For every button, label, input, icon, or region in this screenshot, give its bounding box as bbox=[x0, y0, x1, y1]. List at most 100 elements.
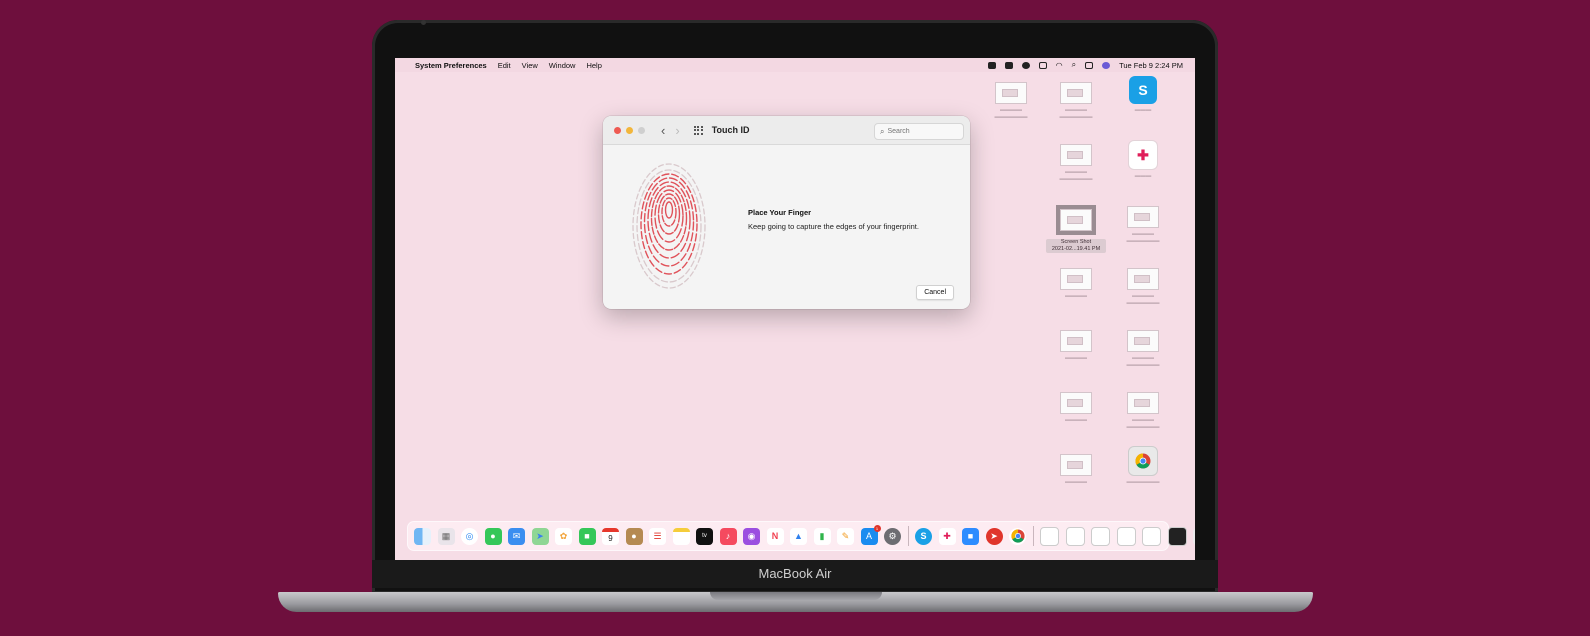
skype-icon[interactable]: S bbox=[915, 527, 932, 545]
downloads-stack-icon[interactable] bbox=[1167, 526, 1187, 546]
file-thumbnail bbox=[1060, 392, 1092, 414]
contacts-icon[interactable]: ● bbox=[625, 527, 643, 545]
cancel-button[interactable]: Cancel bbox=[916, 285, 954, 300]
desktop-file-screenshot[interactable]: ▬▬▬▬ ▬▬▬▬▬▬ bbox=[1046, 144, 1106, 183]
recent-file-icon[interactable] bbox=[1116, 526, 1136, 546]
menu-view[interactable]: View bbox=[522, 61, 538, 70]
launchpad-icon[interactable]: ▦ bbox=[437, 527, 455, 545]
desktop-file-screenshot[interactable]: ▬▬▬▬ ▬▬▬▬▬▬ bbox=[1113, 392, 1173, 431]
recent-file-icon[interactable] bbox=[1065, 526, 1085, 546]
desktop-app-slack[interactable]: ✚ ▬▬▬ bbox=[1113, 140, 1173, 180]
wifi-icon[interactable]: ◠ bbox=[1056, 61, 1063, 70]
maps-icon[interactable]: ➤ bbox=[531, 527, 549, 545]
check-status-icon[interactable] bbox=[1021, 61, 1030, 69]
zoom-button[interactable] bbox=[638, 126, 645, 134]
file-label-blurred: ▬▬▬▬ ▬▬▬▬▬▬ bbox=[1126, 355, 1160, 368]
desktop-file-image[interactable]: ▬▬▬▬ bbox=[1046, 392, 1106, 424]
fingerprint-icon bbox=[632, 163, 706, 289]
camera bbox=[421, 20, 426, 25]
desktop-file-image[interactable]: ▬▬▬▬ bbox=[1046, 268, 1106, 300]
documents-stack-icon[interactable] bbox=[1040, 526, 1059, 546]
forward-icon[interactable]: › bbox=[675, 123, 679, 138]
apple-tv-icon[interactable]: tv bbox=[696, 527, 713, 545]
file-thumbnail bbox=[995, 82, 1027, 104]
calendar-icon[interactable]: 9 bbox=[602, 527, 619, 545]
slack-icon[interactable]: ✚ bbox=[938, 527, 956, 545]
desktop-file-screenshot-selected[interactable]: Screen Shot 2021-02...19.41 PM bbox=[1046, 205, 1106, 253]
prompt-title: Place Your Finger bbox=[748, 208, 812, 217]
back-icon[interactable]: ‹ bbox=[661, 123, 665, 138]
safari-icon[interactable]: ◎ bbox=[461, 527, 478, 545]
menu-bar: System Preferences Edit View Window Help… bbox=[395, 58, 1195, 72]
desktop-file-screenshot[interactable]: ▬▬▬▬ ▬▬▬▬▬▬ bbox=[981, 82, 1041, 121]
keynote-icon[interactable]: ▲ bbox=[790, 527, 807, 545]
touch-id-window: ‹ › Touch ID ⌕ Search Place Your Finger … bbox=[603, 116, 970, 309]
search-field[interactable]: ⌕ bbox=[874, 123, 964, 140]
menu-window[interactable]: Window bbox=[549, 61, 576, 70]
app-store-badge: 1 bbox=[873, 524, 881, 532]
chrome-disk-icon bbox=[1128, 446, 1158, 476]
photos-icon[interactable]: ✿ bbox=[555, 527, 572, 545]
finder-icon[interactable] bbox=[414, 527, 431, 545]
file-label-blurred: ▬▬▬▬ ▬▬▬▬▬▬ bbox=[1059, 107, 1093, 120]
chrome-logo bbox=[1010, 529, 1025, 543]
file-label-blurred: ▬▬▬▬ ▬▬▬▬▬▬ bbox=[1126, 231, 1160, 244]
system-preferences-icon[interactable]: ⚙ bbox=[884, 527, 901, 545]
battery-icon[interactable] bbox=[1038, 61, 1047, 69]
laptop-notch bbox=[710, 592, 882, 600]
trash-icon[interactable]: 🗑 bbox=[1193, 527, 1195, 545]
file-label-blurred: ▬▬▬ bbox=[1134, 173, 1152, 179]
menu-edit[interactable]: Edit bbox=[498, 61, 511, 70]
clock[interactable]: Tue Feb 9 2:24 PM bbox=[1119, 61, 1183, 70]
close-button[interactable] bbox=[614, 126, 621, 134]
dock-separator bbox=[1032, 526, 1034, 546]
dock: ▦ ◎ ● ✉ ➤ ✿ ■ 9 ● ☰ tv ♪ ◉ N ▲ ▮ ✎ A 1 ⚙… bbox=[407, 521, 1195, 551]
notes-icon[interactable] bbox=[672, 527, 690, 545]
search-icon: ⌕ bbox=[880, 126, 885, 136]
video-status-icon[interactable] bbox=[987, 61, 996, 69]
show-all-grid-icon[interactable] bbox=[693, 125, 703, 135]
facetime-icon[interactable]: ■ bbox=[578, 527, 596, 545]
menu-help[interactable]: Help bbox=[586, 61, 601, 70]
search-input[interactable] bbox=[887, 128, 958, 135]
reminders-icon[interactable]: ☰ bbox=[649, 527, 666, 545]
file-label-blurred: ▬▬▬▬ ▬▬▬▬▬▬ bbox=[1126, 293, 1160, 306]
app-store-icon[interactable]: A 1 bbox=[860, 524, 881, 545]
file-thumbnail bbox=[1060, 454, 1092, 476]
desktop-app-skype[interactable]: S ▬▬▬ bbox=[1113, 76, 1173, 114]
mail-icon[interactable]: ✉ bbox=[508, 527, 525, 545]
desktop-file-image[interactable]: ▬▬▬▬ bbox=[1046, 330, 1106, 362]
minimize-button[interactable] bbox=[626, 126, 633, 134]
file-thumbnail bbox=[1060, 82, 1092, 104]
desktop-file-screenshot[interactable]: ▬▬▬▬ ▬▬▬▬▬▬ bbox=[1046, 82, 1106, 121]
file-thumbnail bbox=[1127, 330, 1159, 352]
file-thumbnail bbox=[1127, 268, 1159, 290]
messages-icon[interactable]: ● bbox=[484, 527, 502, 545]
numbers-icon[interactable]: ▮ bbox=[813, 527, 831, 545]
pages-icon[interactable]: ✎ bbox=[837, 527, 854, 545]
zoom-icon[interactable]: ■ bbox=[962, 527, 979, 545]
chrome-icon bbox=[1135, 453, 1151, 469]
news-icon[interactable]: N bbox=[766, 527, 784, 545]
siri-icon[interactable] bbox=[1102, 61, 1111, 69]
desktop-file-screenshot[interactable]: ▬▬▬▬ ▬▬▬▬▬▬ bbox=[1113, 206, 1173, 245]
recent-file-icon[interactable] bbox=[1142, 526, 1161, 546]
desktop-file-image[interactable]: ▬▬▬▬ bbox=[1046, 454, 1106, 486]
spotlight-search-icon[interactable]: ⌕ bbox=[1072, 60, 1076, 70]
file-label-blurred: ▬▬▬ bbox=[1134, 107, 1152, 113]
music-icon[interactable]: ♪ bbox=[719, 527, 737, 545]
file-thumbnail bbox=[1127, 392, 1159, 414]
podcasts-icon[interactable]: ◉ bbox=[743, 527, 760, 545]
screencast-icon[interactable]: ➤ bbox=[985, 527, 1003, 545]
sync-status-icon[interactable] bbox=[1004, 61, 1013, 69]
desktop-file-screenshot[interactable]: ▬▬▬▬ ▬▬▬▬▬▬ bbox=[1113, 268, 1173, 307]
file-thumbnail bbox=[1060, 330, 1092, 352]
file-thumbnail bbox=[1127, 206, 1159, 228]
desktop-app-chrome-installer[interactable]: ▬▬▬▬▬▬ bbox=[1113, 446, 1173, 486]
control-center-icon[interactable] bbox=[1085, 61, 1094, 69]
device-label: MacBook Air bbox=[372, 560, 1218, 588]
menu-app-name[interactable]: System Preferences bbox=[415, 61, 487, 70]
chrome-icon[interactable] bbox=[1009, 527, 1026, 545]
recent-file-icon[interactable] bbox=[1091, 526, 1110, 546]
desktop-file-screenshot[interactable]: ▬▬▬▬ ▬▬▬▬▬▬ bbox=[1113, 330, 1173, 369]
